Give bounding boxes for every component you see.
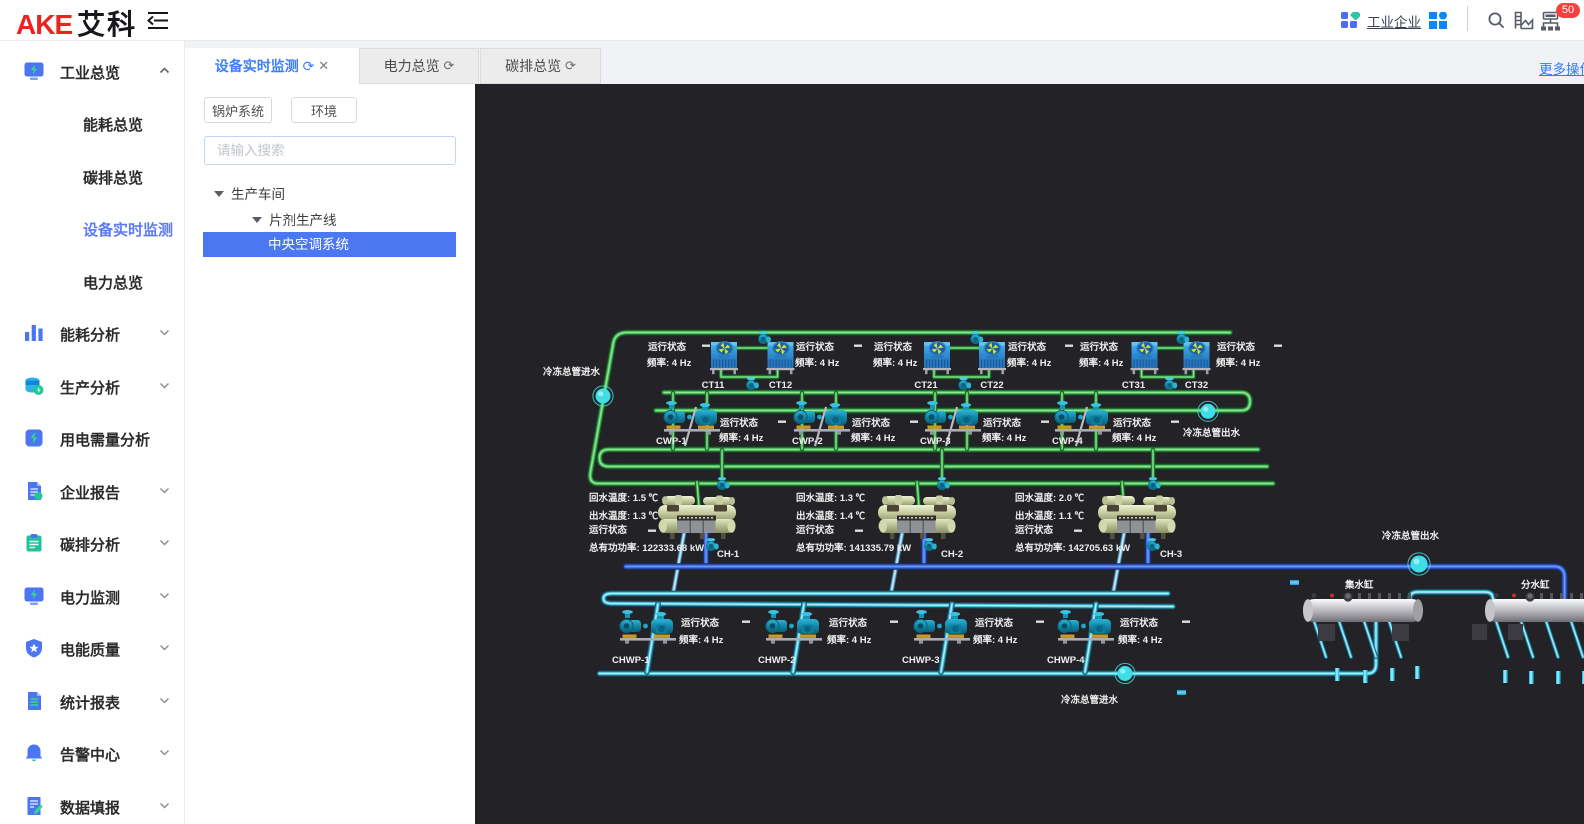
svg-text:运行状态: 运行状态 — [1113, 417, 1152, 429]
svg-text:总有功功率: 141335.79 kW: 总有功功率: 141335.79 kW — [796, 542, 911, 554]
svg-text:运行状态: 运行状态 — [874, 341, 913, 353]
svg-text:CHWP-3: CHWP-3 — [902, 655, 939, 666]
svg-text:运行状态: 运行状态 — [681, 617, 720, 629]
svg-text:CHWP-4: CHWP-4 — [1047, 655, 1085, 666]
svg-text:频率: 4 Hz: 频率: 4 Hz — [679, 634, 724, 646]
svg-text:出水温度: 1.3 ℃: 出水温度: 1.3 ℃ — [589, 510, 659, 522]
svg-text:回水温度: 1.3 ℃: 回水温度: 1.3 ℃ — [796, 492, 866, 504]
svg-text:CWP-1: CWP-1 — [656, 436, 687, 447]
svg-text:运行状态: 运行状态 — [983, 417, 1022, 429]
svg-text:运行状态: 运行状态 — [1008, 341, 1047, 353]
svg-text:频率: 4 Hz: 频率: 4 Hz — [647, 357, 692, 369]
svg-text:CH-1: CH-1 — [717, 549, 740, 560]
svg-text:频率: 4 Hz: 频率: 4 Hz — [982, 432, 1027, 444]
svg-text:CT31: CT31 — [1122, 380, 1146, 391]
svg-text:运行状态: 运行状态 — [589, 524, 628, 536]
svg-text:CHWP-1: CHWP-1 — [612, 655, 650, 666]
svg-text:冷冻总管进水: 冷冻总管进水 — [1061, 694, 1119, 706]
svg-text:频率: 4 Hz: 频率: 4 Hz — [1079, 357, 1124, 369]
svg-text:运行状态: 运行状态 — [829, 617, 868, 629]
svg-text:回水温度: 2.0 ℃: 回水温度: 2.0 ℃ — [1015, 492, 1085, 504]
svg-text:CWP-4: CWP-4 — [1052, 436, 1083, 447]
svg-text:频率: 4 Hz: 频率: 4 Hz — [1118, 634, 1163, 646]
svg-text:CT11: CT11 — [702, 380, 725, 391]
svg-text:冷冻总管出水: 冷冻总管出水 — [1382, 530, 1440, 542]
svg-text:CT21: CT21 — [914, 380, 938, 391]
svg-text:CT32: CT32 — [1185, 380, 1208, 391]
svg-text:频率: 4 Hz: 频率: 4 Hz — [1216, 357, 1261, 369]
svg-text:总有功功率: 142705.63 kW: 总有功功率: 142705.63 kW — [1015, 542, 1130, 554]
svg-text:CT22: CT22 — [980, 380, 1003, 391]
svg-text:冷冻总管出水: 冷冻总管出水 — [1183, 427, 1241, 439]
svg-text:出水温度: 1.1 ℃: 出水温度: 1.1 ℃ — [1015, 510, 1085, 522]
svg-text:频率: 4 Hz: 频率: 4 Hz — [973, 634, 1018, 646]
svg-text:CWP-3: CWP-3 — [920, 436, 951, 447]
svg-text:频率: 4 Hz: 频率: 4 Hz — [873, 357, 918, 369]
svg-text:出水温度: 1.4 ℃: 出水温度: 1.4 ℃ — [796, 510, 866, 522]
svg-text:分水缸: 分水缸 — [1521, 579, 1550, 591]
svg-text:频率: 4 Hz: 频率: 4 Hz — [795, 357, 840, 369]
svg-text:CHWP-2: CHWP-2 — [758, 655, 795, 666]
svg-text:运行状态: 运行状态 — [1015, 524, 1054, 536]
svg-text:CH-3: CH-3 — [1160, 549, 1182, 560]
svg-text:运行状态: 运行状态 — [796, 524, 835, 536]
svg-text:频率: 4 Hz: 频率: 4 Hz — [1112, 432, 1157, 444]
svg-text:频率: 4 Hz: 频率: 4 Hz — [1007, 357, 1052, 369]
svg-text:运行状态: 运行状态 — [1217, 341, 1256, 353]
svg-text:运行状态: 运行状态 — [720, 417, 759, 429]
svg-text:运行状态: 运行状态 — [648, 341, 687, 353]
svg-text:总有功功率: 122333.68 kW: 总有功功率: 122333.68 kW — [589, 542, 704, 554]
svg-text:运行状态: 运行状态 — [852, 417, 891, 429]
svg-text:运行状态: 运行状态 — [975, 617, 1014, 629]
svg-text:CH-2: CH-2 — [941, 549, 963, 560]
svg-text:频率: 4 Hz: 频率: 4 Hz — [827, 634, 872, 646]
svg-text:CT12: CT12 — [769, 380, 792, 391]
svg-text:频率: 4 Hz: 频率: 4 Hz — [719, 432, 764, 444]
svg-text:运行状态: 运行状态 — [1080, 341, 1119, 353]
svg-text:CWP-2: CWP-2 — [792, 436, 823, 447]
svg-text:频率: 4 Hz: 频率: 4 Hz — [851, 432, 896, 444]
svg-text:回水温度: 1.5 ℃: 回水温度: 1.5 ℃ — [589, 492, 659, 504]
svg-text:集水缸: 集水缸 — [1344, 579, 1374, 591]
svg-text:运行状态: 运行状态 — [1120, 617, 1159, 629]
svg-text:运行状态: 运行状态 — [796, 341, 835, 353]
svg-text:冷冻总管进水: 冷冻总管进水 — [543, 366, 601, 378]
